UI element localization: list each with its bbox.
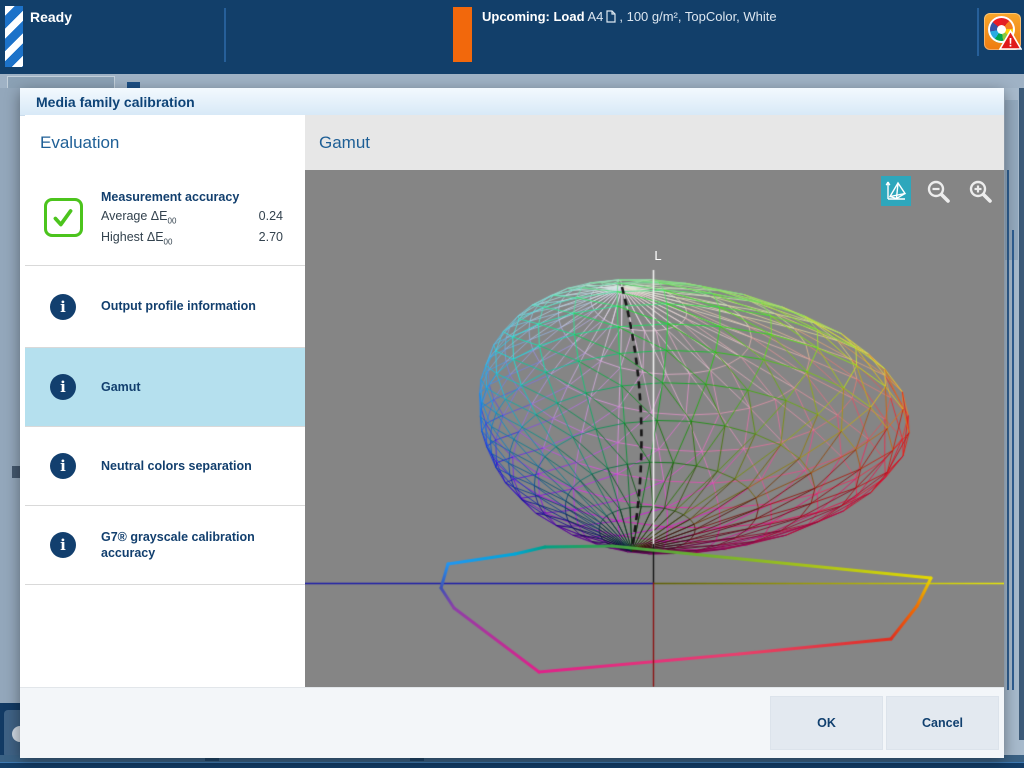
upcoming-orange-marker (453, 7, 472, 62)
item-icon-column: i (25, 532, 101, 558)
sidebar-item-gamut[interactable]: i Gamut (25, 348, 305, 427)
item-body: Output profile information (101, 298, 305, 314)
background-bottom-bar (0, 763, 1024, 768)
evaluation-panel-header: Evaluation (25, 115, 305, 171)
color-calibration-alert-button[interactable]: ! (984, 13, 1022, 50)
item-title: Neutral colors separation (101, 458, 252, 473)
background-right-line (1012, 230, 1014, 690)
item-title: Gamut (101, 379, 141, 394)
item-title: Measurement accuracy (101, 189, 240, 204)
upcoming-media: A4 (587, 9, 604, 24)
ok-button[interactable]: OK (770, 696, 883, 750)
topbar-divider (977, 8, 979, 56)
item-title: G7® grayscale calibration accuracy (101, 529, 255, 560)
paper-portrait-icon (606, 10, 616, 23)
background-right-border (1019, 88, 1024, 740)
3d-view-button[interactable] (881, 176, 911, 206)
background-strip (0, 74, 1024, 88)
info-icon: i (50, 532, 76, 558)
background-left-marker (12, 466, 20, 478)
gamut-panel-title: Gamut (319, 132, 371, 152)
metric-row: Average ΔE00 0.24 (101, 209, 283, 226)
dialog-title: Media family calibration (36, 93, 195, 110)
dialog-header: Media family calibration (20, 88, 1004, 116)
item-body: G7® grayscale calibration accuracy (101, 529, 305, 562)
warning-triangle-icon: ! (999, 29, 1022, 50)
evaluation-items: Measurement accuracy Average ΔE00 0.24 High… (25, 170, 305, 585)
sidebar-item-g7-grayscale-calibration-accuracy[interactable]: i G7® grayscale calibration accuracy (25, 506, 305, 585)
item-title: Output profile information (101, 299, 256, 314)
item-icon-column: i (25, 453, 101, 479)
info-icon: i (50, 293, 76, 320)
info-icon: i (50, 453, 76, 479)
metric-label: Highest ΔE00 (101, 229, 173, 247)
metric-label: Average ΔE00 (101, 209, 177, 226)
item-icon-column: i (25, 293, 101, 320)
media-family-calibration-dialog: Media family calibration Evaluation Gamu… (20, 88, 1004, 758)
zoom-in-button[interactable] (967, 178, 995, 206)
sidebar-item-measurement-accuracy[interactable]: Measurement accuracy Average ΔE00 0.24 High… (25, 170, 305, 266)
sidebar-item-neutral-colors-separation[interactable]: i Neutral colors separation (25, 427, 305, 506)
evaluation-panel-title: Evaluation (40, 132, 120, 152)
upcoming-job-text: Upcoming: Load A4 , 100 g/m², TopColor, W… (482, 9, 777, 24)
3d-pyramid-icon (885, 181, 907, 200)
info-icon: i (50, 374, 76, 400)
printer-status-stripe-icon (5, 6, 23, 67)
top-status-bar: Ready Upcoming: Load A4 , 100 g/m², TopCo… (0, 0, 1024, 74)
item-icon-column (25, 198, 101, 237)
background-left-edge (0, 88, 20, 703)
printer-status-text: Ready (30, 9, 73, 25)
item-body: Gamut (101, 379, 305, 395)
zoom-out-button[interactable] (925, 178, 953, 206)
sidebar-item-output-profile-information[interactable]: i Output profile information (25, 266, 305, 348)
item-icon-column: i (25, 374, 101, 400)
screen: Ready Upcoming: Load A4 , 100 g/m², TopCo… (0, 0, 1024, 768)
gamut-3d-view[interactable]: L (305, 170, 1004, 687)
upcoming-label: Upcoming: Load (482, 9, 585, 24)
metric-value: 2.70 (258, 229, 283, 244)
metric-row: Highest ΔE00 2.70 (101, 230, 283, 247)
svg-text:!: ! (1009, 36, 1013, 50)
metric-value: 0.24 (258, 209, 283, 224)
item-body: Neutral colors separation (101, 458, 305, 474)
upcoming-details: , 100 g/m², TopColor, White (619, 9, 777, 24)
l-axis-label: L (654, 248, 662, 263)
item-body: Measurement accuracy Average ΔE00 0.24 High… (101, 189, 305, 246)
background-right-line (1007, 170, 1009, 690)
gamut-panel-header: Gamut (305, 115, 1004, 170)
dialog-footer: OK Cancel (20, 687, 1004, 758)
topbar-divider (224, 8, 226, 62)
check-ok-icon (43, 198, 83, 237)
cancel-button[interactable]: Cancel (886, 696, 999, 750)
